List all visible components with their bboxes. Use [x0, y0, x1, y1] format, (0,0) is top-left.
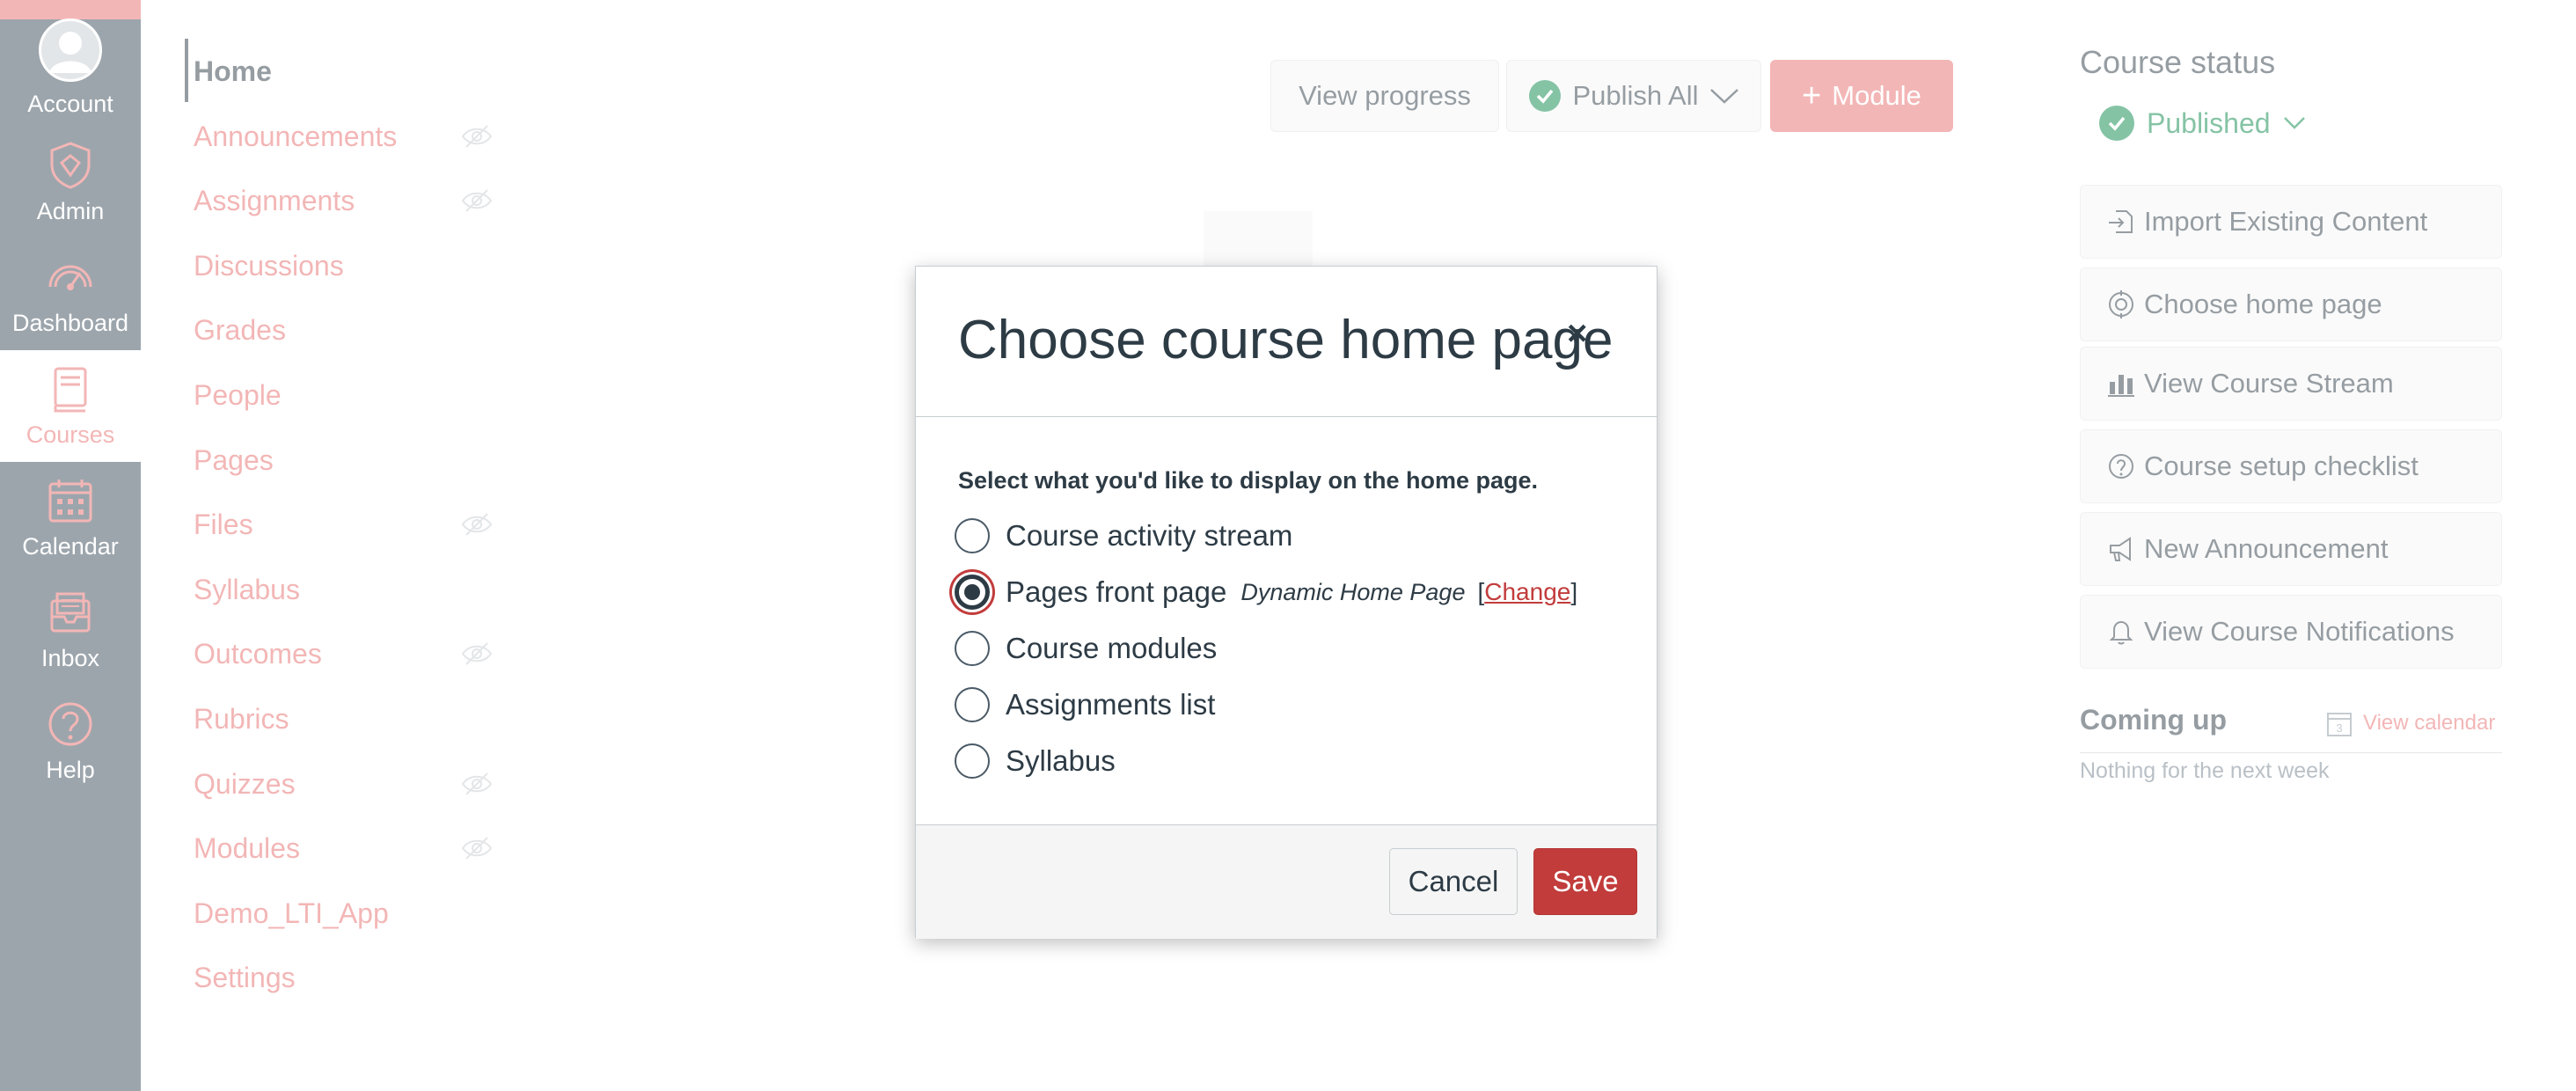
option-label: Syllabus [1006, 744, 1116, 777]
radio-button[interactable] [955, 518, 990, 553]
option-course-activity-stream[interactable]: Course activity stream [955, 515, 1292, 557]
close-icon[interactable]: × [1567, 314, 1602, 358]
option-syllabus[interactable]: Syllabus [955, 740, 1116, 782]
change-front-page: [Change] [1477, 578, 1578, 605]
dialog-footer: Cancel Save [916, 824, 1657, 939]
option-label: Pages front page [1006, 575, 1227, 608]
dialog-header: Choose course home page × [916, 267, 1657, 417]
dialog-title: Choose course home page [958, 310, 1614, 370]
dialog-prompt: Select what you'd like to display on the… [958, 467, 1539, 494]
option-label: Assignments list [1006, 688, 1216, 721]
change-link[interactable]: Change [1484, 578, 1570, 605]
save-button[interactable]: Save [1533, 848, 1637, 915]
radio-button[interactable] [955, 687, 990, 722]
choose-home-page-dialog: Choose course home page × Select what yo… [915, 266, 1658, 939]
radio-button[interactable] [955, 631, 990, 666]
radio-button-checked[interactable] [955, 575, 990, 610]
option-assignments-list[interactable]: Assignments list [955, 684, 1215, 726]
option-label: Course activity stream [1006, 519, 1293, 552]
front-page-name: Dynamic Home Page [1240, 578, 1466, 605]
option-course-modules[interactable]: Course modules [955, 627, 1217, 670]
cancel-button[interactable]: Cancel [1389, 848, 1518, 915]
option-label: Course modules [1006, 632, 1218, 664]
option-pages-front-page[interactable]: Pages front page Dynamic Home Page [Chan… [955, 571, 1577, 613]
radio-button[interactable] [955, 743, 990, 779]
